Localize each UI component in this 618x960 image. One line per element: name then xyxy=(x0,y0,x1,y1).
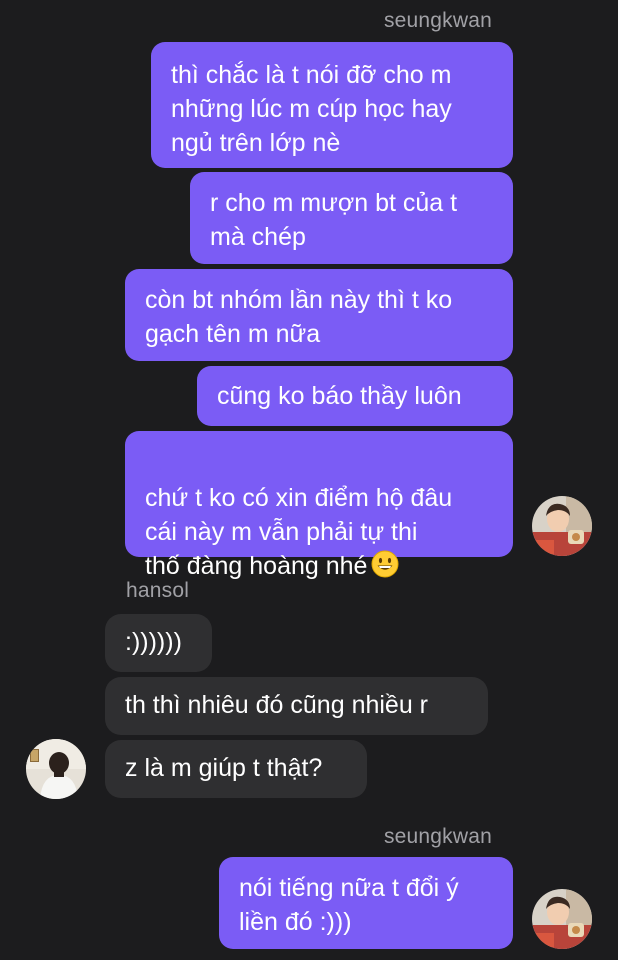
avatar-photo-hansol-icon xyxy=(26,739,86,799)
avatar-photo-seungkwan-icon xyxy=(532,889,592,949)
message-text: chứ t ko có xin điểm hộ đâu cái này m vẫ… xyxy=(145,484,453,580)
message-bubble[interactable]: r cho m mượn bt của t mà chép xyxy=(190,172,513,264)
message-bubble[interactable]: cũng ko báo thầy luôn xyxy=(197,366,513,426)
sender-name-hansol: hansol xyxy=(126,579,190,602)
chat-thread: seungkwan thì chắc là t nói đỡ cho m nhữ… xyxy=(0,0,618,960)
avatar-hansol[interactable] xyxy=(26,739,86,799)
message-bubble[interactable]: chứ t ko có xin điểm hộ đâu cái này m vẫ… xyxy=(125,431,513,580)
message-bubble[interactable]: z là m giúp t thật? xyxy=(105,740,367,798)
sender-name-seungkwan: seungkwan xyxy=(383,825,492,848)
message-bubble[interactable]: thì chắc là t nói đỡ cho m những lúc m c… xyxy=(151,42,513,168)
message-bubble[interactable]: còn bt nhóm lần này thì t ko gạch tên m … xyxy=(125,269,513,361)
grinning-face-icon xyxy=(371,550,399,578)
message-bubble[interactable]: nói tiếng nữa t đổi ý liền đó :))) xyxy=(219,857,513,949)
avatar-seungkwan[interactable] xyxy=(532,889,592,949)
avatar-photo-seungkwan-icon xyxy=(532,496,592,556)
avatar-seungkwan[interactable] xyxy=(532,496,592,556)
message-bubble[interactable]: th thì nhiêu đó cũng nhiều r xyxy=(105,677,488,735)
message-bubble[interactable]: :)))))) xyxy=(105,614,212,672)
sender-name-seungkwan: seungkwan xyxy=(383,9,492,32)
